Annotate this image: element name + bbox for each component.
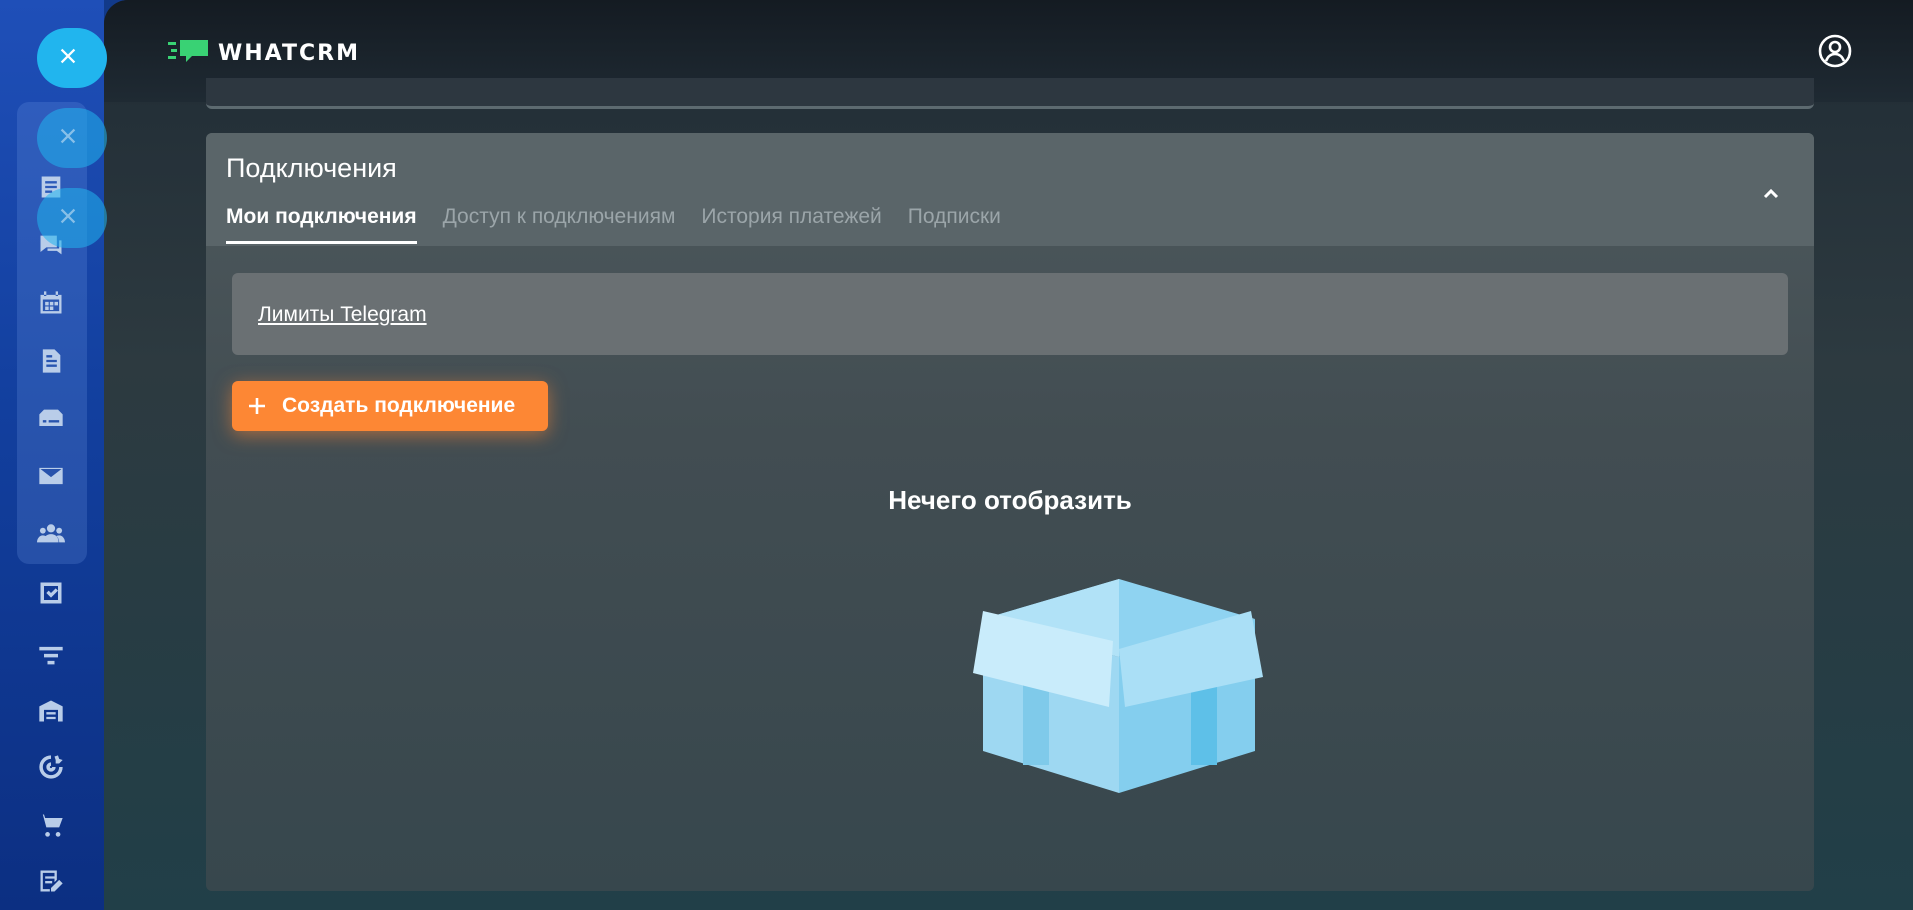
document-icon[interactable] bbox=[36, 346, 66, 376]
close-panel-button[interactable] bbox=[37, 28, 107, 88]
brand-logo[interactable]: WHATCRM bbox=[168, 38, 360, 69]
user-circle-icon[interactable] bbox=[1817, 33, 1853, 69]
empty-box-illustration bbox=[973, 579, 1265, 793]
close-icon bbox=[57, 125, 79, 152]
tab-my-connections[interactable]: Мои подключения bbox=[226, 205, 417, 244]
tabs: Мои подключения Доступ к подключениям Ис… bbox=[226, 205, 1001, 244]
chevron-up-icon[interactable] bbox=[1760, 183, 1782, 205]
inbox-icon[interactable] bbox=[36, 404, 66, 434]
checkbox-icon[interactable] bbox=[36, 578, 66, 608]
users-icon[interactable] bbox=[36, 518, 66, 548]
warehouse-icon[interactable] bbox=[36, 696, 66, 726]
mail-icon[interactable] bbox=[36, 461, 66, 491]
close-icon bbox=[57, 205, 79, 232]
empty-state-text: Нечего отобразить bbox=[888, 485, 1132, 515]
telegram-limits-link[interactable]: Лимиты Telegram bbox=[258, 303, 427, 327]
cart-icon[interactable] bbox=[36, 810, 66, 840]
brand-name: WHATCRM bbox=[218, 41, 360, 66]
target-icon[interactable] bbox=[36, 752, 66, 782]
close-panel-button[interactable] bbox=[37, 188, 107, 248]
calendar-icon[interactable] bbox=[36, 288, 66, 318]
main-panel: WHATCRM Подключения Мои подключения Дост… bbox=[104, 0, 1913, 910]
tab-connection-access[interactable]: Доступ к подключениям bbox=[443, 205, 676, 244]
limits-box: Лимиты Telegram bbox=[232, 273, 1788, 355]
close-panel-button[interactable] bbox=[37, 108, 107, 168]
previous-card-edge bbox=[206, 78, 1814, 109]
tab-subscriptions[interactable]: Подписки bbox=[908, 205, 1001, 244]
card-header: Подключения Мои подключения Доступ к под… bbox=[206, 133, 1814, 246]
tab-payment-history[interactable]: История платежей bbox=[701, 205, 881, 244]
edit-list-icon[interactable] bbox=[36, 866, 66, 896]
chat-bubble-logo-icon bbox=[168, 38, 210, 69]
filter-icon[interactable] bbox=[36, 640, 66, 670]
connections-card: Подключения Мои подключения Доступ к под… bbox=[206, 133, 1814, 891]
create-connection-button[interactable]: Создать подключение bbox=[232, 381, 548, 431]
create-connection-label: Создать подключение bbox=[282, 394, 516, 417]
close-icon bbox=[57, 45, 79, 72]
plus-icon bbox=[246, 395, 268, 417]
card-title: Подключения bbox=[226, 153, 397, 183]
